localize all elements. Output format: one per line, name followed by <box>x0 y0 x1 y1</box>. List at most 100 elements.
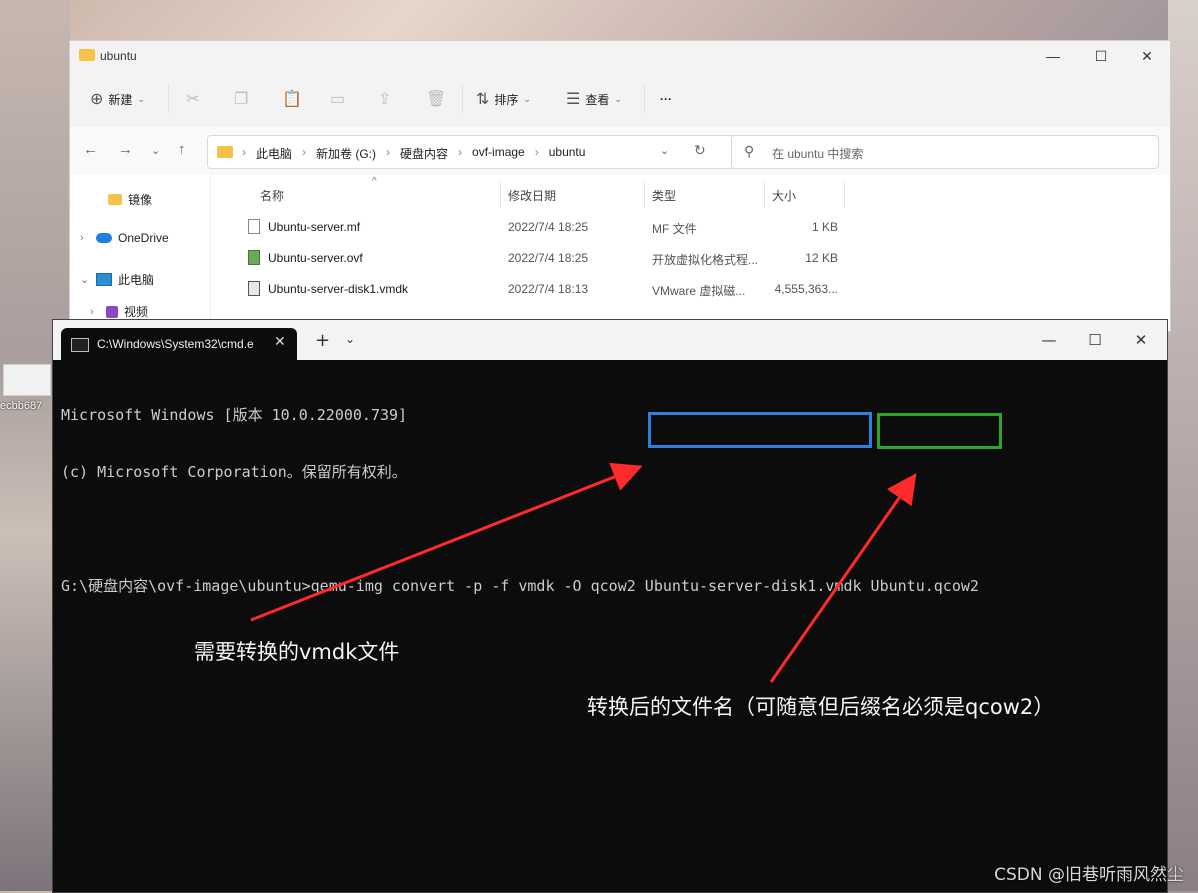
view-button-label: 查看 <box>585 92 610 107</box>
column-header-date[interactable]: 修改日期 <box>508 187 556 204</box>
breadcrumb-item[interactable]: ubuntu <box>549 145 586 162</box>
sidebar-item-label: 此电脑 <box>118 273 155 287</box>
file-name: Ubuntu-server-disk1.vmdk <box>268 282 409 296</box>
ovf-file-icon <box>248 250 260 265</box>
sidebar-item-onedrive[interactable]: › OneDrive <box>80 231 169 245</box>
file-icon <box>248 219 260 234</box>
explorer-toolbar: ⊕ 新建 ⌄ ✂ ❐ 📋 ▭ ⇪ 🗑 ⇅ 排序 ⌄ ☰ 查看 ⌄ ··· <box>70 71 1170 128</box>
terminal-tab[interactable]: C:\Windows\System32\cmd.e ✕ <box>61 328 297 360</box>
computer-icon <box>96 273 112 286</box>
file-type: VMware 虚拟磁... <box>652 284 746 298</box>
chevron-down-icon: ⌄ <box>614 93 622 104</box>
column-divider[interactable] <box>644 181 645 207</box>
explorer-title: ubuntu <box>100 49 137 63</box>
new-button[interactable]: ⊕ 新建 ⌄ <box>90 87 145 111</box>
chevron-down-icon[interactable]: ⌄ <box>345 332 355 346</box>
source-file-highlight-box <box>648 412 872 448</box>
cut-icon[interactable]: ✂ <box>186 89 199 109</box>
file-size: 12 KB <box>805 251 838 265</box>
table-row[interactable]: Ubuntu-server.mf 2022/7/4 18:25 MF 文件 1 … <box>246 213 846 241</box>
sort-button-label: 排序 <box>494 92 519 107</box>
toolbar-divider <box>644 85 645 113</box>
file-date: 2022/7/4 18:25 <box>508 220 589 234</box>
target-annotation-label: 转换后的文件名（可随意但后缀名必须是qcow2） <box>587 695 1055 719</box>
cmd-icon <box>71 338 89 352</box>
sidebar-item-this-pc[interactable]: ⌄ 此电脑 <box>80 271 154 288</box>
breadcrumb-item[interactable]: 此电脑 <box>256 145 292 162</box>
folder-icon <box>217 146 233 158</box>
terminal-window: C:\Windows\System32\cmd.e ✕ + ⌄ — ☐ ✕ Mi… <box>52 319 1168 893</box>
close-tab-icon[interactable]: ✕ <box>274 334 286 350</box>
sort-button[interactable]: ⇅ 排序 ⌄ <box>476 87 531 111</box>
table-row[interactable]: Ubuntu-server-disk1.vmdk 2022/7/4 18:13 … <box>246 275 846 303</box>
copy-icon[interactable]: ❐ <box>234 89 248 109</box>
explorer-titlebar[interactable]: ubuntu — ☐ ✕ <box>70 41 1170 71</box>
column-header-name[interactable]: 名称 <box>260 187 284 204</box>
rename-icon[interactable]: ▭ <box>330 89 345 109</box>
share-icon[interactable]: ⇪ <box>378 89 391 109</box>
minimize-button[interactable]: — <box>1029 328 1069 352</box>
breadcrumb-item[interactable]: ovf-image <box>472 145 525 162</box>
view-button[interactable]: ☰ 查看 ⌄ <box>566 87 622 111</box>
column-header-size[interactable]: 大小 <box>772 187 796 204</box>
file-explorer-window: ubuntu — ☐ ✕ ⊕ 新建 ⌄ ✂ ❐ 📋 ▭ ⇪ 🗑 ⇅ 排序 ⌄ ☰… <box>69 40 1171 332</box>
refresh-icon[interactable]: ↻ <box>694 142 706 159</box>
column-header-type[interactable]: 类型 <box>652 187 676 204</box>
terminal-tab-title: C:\Windows\System32\cmd.e <box>97 337 254 351</box>
toolbar-divider <box>168 85 169 113</box>
terminal-output[interactable]: Microsoft Windows [版本 10.0.22000.739] (c… <box>61 368 1151 634</box>
source-annotation-label: 需要转换的vmdk文件 <box>194 640 400 664</box>
terminal-command-line: G:\硬盘内容\ovf-image\ubuntu>qemu-img conver… <box>61 577 979 595</box>
table-row[interactable]: Ubuntu-server.ovf 2022/7/4 18:25 开放虚拟化格式… <box>246 244 846 272</box>
up-arrow-icon[interactable]: ↑ <box>178 141 186 158</box>
chevron-down-icon[interactable]: ⌄ <box>80 273 90 286</box>
video-icon <box>106 305 118 318</box>
forward-arrow-icon[interactable]: → <box>118 141 133 158</box>
close-button[interactable]: ✕ <box>1132 45 1162 67</box>
breadcrumb: › 此电脑 › 新加卷 (G:) › 硬盘内容 › ovf-image › ub… <box>242 145 585 162</box>
search-box[interactable]: ⚲ 在 ubuntu 中搜索 <box>731 135 1159 169</box>
address-bar[interactable]: › 此电脑 › 新加卷 (G:) › 硬盘内容 › ovf-image › ub… <box>207 135 791 169</box>
navigation-bar: ← → ⌄ ↑ › 此电脑 › 新加卷 (G:) › 硬盘内容 › ovf-im… <box>70 127 1170 175</box>
more-options-button[interactable]: ··· <box>660 87 672 111</box>
minimize-button[interactable]: — <box>1038 45 1068 67</box>
back-arrow-icon[interactable]: ← <box>83 141 98 158</box>
new-tab-icon[interactable]: + <box>315 330 330 351</box>
column-divider[interactable] <box>764 181 765 207</box>
terminal-line: (c) Microsoft Corporation。保留所有权利。 <box>61 463 407 481</box>
column-divider[interactable] <box>844 181 845 207</box>
file-list: ^ 名称 修改日期 类型 大小 Ubuntu-server.mf 2022/7/… <box>226 175 1170 331</box>
desktop-file-icon[interactable] <box>3 364 51 396</box>
folder-icon <box>108 194 122 205</box>
breadcrumb-chevron-icon: › <box>458 145 463 159</box>
file-type: 开放虚拟化格式程... <box>652 253 759 267</box>
breadcrumb-chevron-icon: › <box>386 145 391 159</box>
watermark: CSDN @旧巷听雨风然尘 <box>994 865 1184 885</box>
column-divider[interactable] <box>500 181 501 207</box>
new-button-label: 新建 <box>108 92 133 107</box>
file-name: Ubuntu-server.mf <box>268 220 361 234</box>
breadcrumb-chevron-icon: › <box>302 145 307 159</box>
toolbar-divider <box>462 85 463 113</box>
desktop-wallpaper-right <box>1168 0 1198 891</box>
breadcrumb-item[interactable]: 新加卷 (G:) <box>316 145 376 162</box>
maximize-button[interactable]: ☐ <box>1075 328 1115 352</box>
plus-circle-icon: ⊕ <box>90 91 104 108</box>
address-dropdown-icon[interactable]: ⌄ <box>660 144 669 157</box>
recent-locations-chevron-icon[interactable]: ⌄ <box>151 144 160 157</box>
sidebar-item-label: 镜像 <box>128 193 153 207</box>
maximize-button[interactable]: ☐ <box>1086 45 1116 67</box>
chevron-right-icon[interactable]: › <box>90 306 100 318</box>
breadcrumb-chevron-icon: › <box>242 145 246 159</box>
folder-icon <box>79 49 95 61</box>
terminal-tabbar[interactable]: C:\Windows\System32\cmd.e ✕ + ⌄ — ☐ ✕ <box>53 320 1167 360</box>
close-button[interactable]: ✕ <box>1121 328 1161 352</box>
sidebar-item-videos[interactable]: › 视频 <box>90 303 148 320</box>
sidebar-item-mirror[interactable]: 镜像 <box>108 191 152 208</box>
navigation-pane: 镜像 › OneDrive ⌄ 此电脑 › 视频 <box>70 175 211 331</box>
breadcrumb-item[interactable]: 硬盘内容 <box>400 145 448 162</box>
delete-icon[interactable]: 🗑 <box>426 89 446 109</box>
search-placeholder: 在 ubuntu 中搜索 <box>772 147 864 161</box>
paste-icon[interactable]: 📋 <box>282 89 302 109</box>
chevron-right-icon[interactable]: › <box>80 232 90 244</box>
